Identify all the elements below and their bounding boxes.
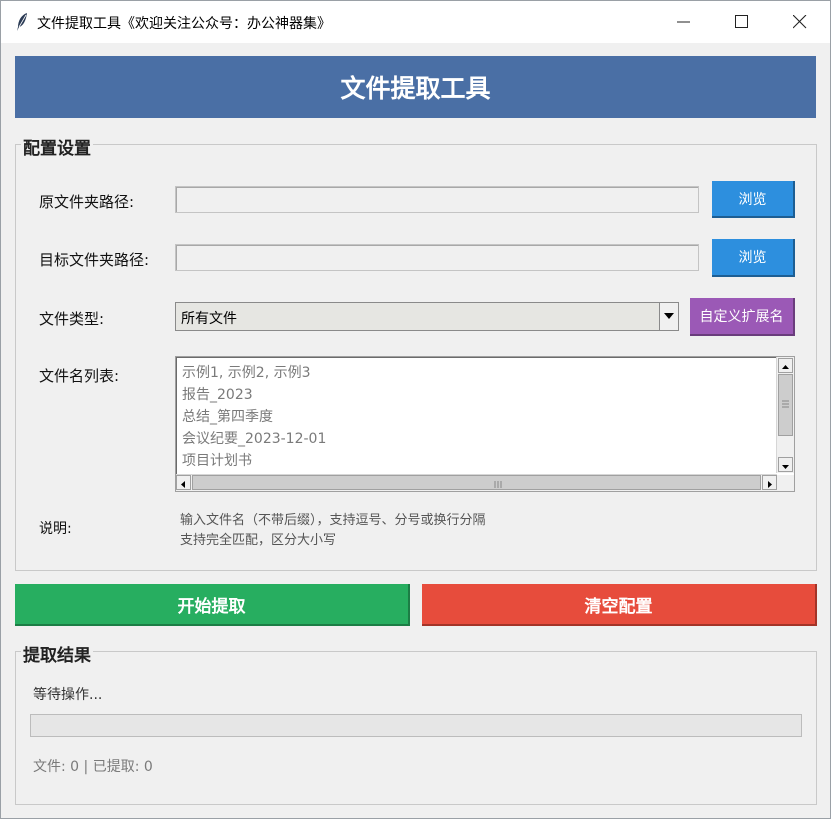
- file-name-line: 项目计划书: [182, 453, 252, 469]
- maximize-icon: [735, 15, 748, 28]
- vertical-scrollbar[interactable]: [776, 357, 794, 473]
- scroll-left-button[interactable]: [176, 475, 191, 490]
- title-bar[interactable]: 文件提取工具《欢迎关注公众号：办公神器集》: [1, 1, 830, 43]
- progress-bar: [30, 714, 802, 737]
- config-legend: 配置设置: [21, 134, 93, 159]
- arrow-right-icon: [768, 481, 772, 488]
- feather-icon: [15, 12, 29, 32]
- minimize-icon: [677, 21, 690, 23]
- clear-config-button[interactable]: 清空配置: [422, 584, 817, 626]
- target-folder-label: 目标文件夹路径:: [39, 251, 150, 269]
- note-text: 输入文件名（不带后缀），支持逗号、分号或换行分隔: [180, 513, 486, 528]
- source-folder-label: 原文件夹路径:: [39, 193, 135, 211]
- grip-icon: [782, 400, 789, 408]
- chevron-down-icon: [664, 313, 674, 319]
- browse-source-button[interactable]: 浏览: [712, 181, 795, 218]
- note-text: 支持完全匹配，区分大小写: [180, 533, 337, 548]
- window-title: 文件提取工具《欢迎关注公众号：办公神器集》: [37, 16, 331, 32]
- arrow-left-icon: [181, 481, 185, 488]
- status-text: 等待操作...: [33, 687, 103, 703]
- custom-extension-button[interactable]: 自定义扩展名: [690, 298, 795, 336]
- file-name-line: 报告_2023: [182, 387, 253, 403]
- scroll-right-button[interactable]: [762, 475, 777, 490]
- minimize-button[interactable]: [655, 1, 713, 43]
- app-window: 文件提取工具《欢迎关注公众号：办公神器集》 文件提取工具 配置设置 原文件夹路径…: [0, 0, 831, 819]
- source-folder-input[interactable]: [175, 186, 699, 213]
- scroll-up-button[interactable]: [778, 358, 793, 373]
- browse-source-label: 浏览: [738, 191, 767, 208]
- file-name-line: 总结_第四季度: [182, 409, 273, 425]
- start-extract-label: 开始提取: [177, 596, 246, 617]
- file-type-label: 文件类型:: [39, 310, 105, 328]
- file-names-label: 文件名列表:: [39, 367, 120, 385]
- browse-target-button[interactable]: 浏览: [712, 239, 795, 277]
- file-type-value: 所有文件: [181, 311, 237, 327]
- scroll-down-button[interactable]: [778, 457, 793, 472]
- browse-target-label: 浏览: [738, 250, 767, 266]
- file-type-select[interactable]: 所有文件: [175, 302, 679, 331]
- horizontal-scrollbar[interactable]: [176, 474, 777, 491]
- scroll-corner: [777, 475, 794, 491]
- vertical-scroll-thumb[interactable]: [778, 374, 793, 436]
- result-legend: 提取结果: [21, 641, 93, 666]
- close-button[interactable]: [771, 1, 829, 43]
- grip-icon: [494, 481, 502, 488]
- horizontal-scroll-thumb[interactable]: [192, 475, 761, 490]
- maximize-button[interactable]: [713, 1, 771, 43]
- file-names-textarea[interactable]: 示例1, 示例2, 示例3 报告_2023 总结_第四季度 会议纪要_2023-…: [175, 356, 795, 492]
- target-folder-input[interactable]: [175, 244, 699, 271]
- header-title: 文件提取工具: [340, 74, 491, 103]
- header-banner: 文件提取工具: [15, 56, 816, 118]
- arrow-up-icon: [782, 365, 789, 369]
- file-name-line: 会议纪要_2023-12-01: [182, 431, 327, 447]
- close-icon: [793, 15, 807, 29]
- clear-config-label: 清空配置: [584, 596, 653, 617]
- arrow-down-icon: [782, 465, 789, 469]
- stats-text: 文件: 0 | 已提取: 0: [33, 759, 153, 775]
- file-name-line: 示例1, 示例2, 示例3: [182, 365, 311, 381]
- file-type-dropdown-button[interactable]: [659, 303, 678, 330]
- note-label: 说明:: [39, 521, 72, 537]
- start-extract-button[interactable]: 开始提取: [15, 584, 410, 626]
- custom-extension-label: 自定义扩展名: [699, 309, 784, 325]
